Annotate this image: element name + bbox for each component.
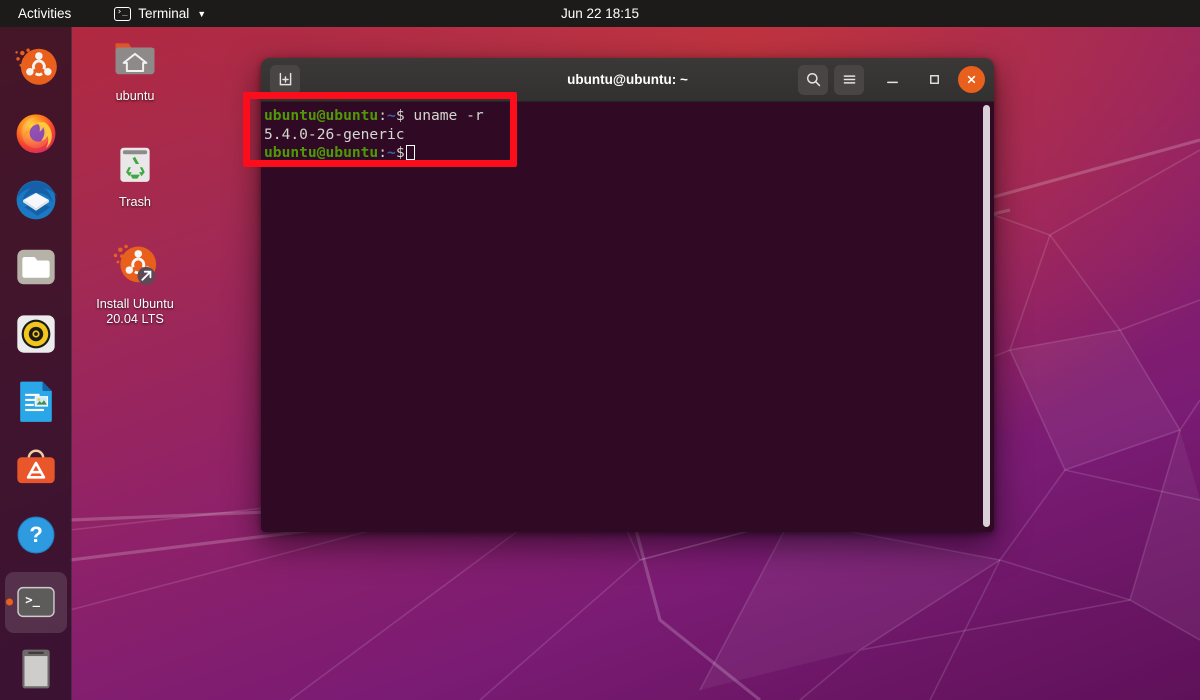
show-applications-icon [13, 646, 59, 692]
dock-item-thunderbird[interactable] [5, 169, 67, 230]
maximize-glyph [927, 72, 942, 87]
search-glyph [805, 71, 822, 88]
close-icon[interactable] [958, 66, 985, 93]
desktop-icon-label: Trash [119, 195, 151, 210]
svg-text:?: ? [29, 522, 43, 547]
dock-item-ubuntu-software-about[interactable] [5, 35, 67, 96]
clock-time: 18:15 [605, 6, 639, 21]
new-tab-glyph [277, 71, 294, 88]
red-highlight-box [243, 92, 517, 167]
close-glyph [965, 73, 978, 86]
clock-date: Jun 22 [561, 6, 602, 21]
dock-item-files[interactable] [5, 236, 67, 297]
hamburger-menu-icon[interactable] [834, 65, 864, 95]
ubuntu-software-bag-icon [13, 445, 59, 491]
hamburger-glyph [841, 71, 858, 88]
top-bar: Activities Terminal ▼ Jun 22 18:15 [0, 0, 1200, 27]
desktop-icon-install-ubuntu[interactable]: Install Ubuntu 20.04 LTS [79, 240, 191, 328]
dock-item-show-applications[interactable] [5, 639, 67, 700]
dock-item-libreoffice-writer[interactable] [5, 370, 67, 431]
maximize-icon[interactable] [920, 66, 948, 94]
minimize-icon[interactable] [878, 66, 906, 94]
svg-text:>_: >_ [25, 593, 40, 608]
clock[interactable]: Jun 22 18:15 [0, 6, 1200, 21]
minimize-glyph [885, 72, 900, 87]
trash-recycle-icon [109, 138, 161, 190]
desktop-screen: Activities Terminal ▼ Jun 22 18:15 [0, 0, 1200, 700]
rhythmbox-speaker-icon [13, 311, 59, 357]
terminal-prompt-icon: >_ [13, 579, 59, 625]
home-folder-icon [109, 32, 161, 84]
firefox-icon [13, 110, 59, 156]
ubuntu-logo-icon [13, 43, 59, 89]
dock: ? >_ [0, 27, 72, 700]
desktop-icon-home-folder[interactable]: ubuntu [79, 32, 191, 104]
dock-item-ubuntu-software[interactable] [5, 438, 67, 499]
desktop-icon-trash[interactable]: Trash [79, 138, 191, 210]
ubuntu-installer-icon [109, 240, 161, 292]
terminal-scrollbar[interactable] [983, 105, 990, 527]
desktop-icon-label: Install Ubuntu 20.04 LTS [96, 297, 174, 328]
thunderbird-icon [13, 177, 59, 223]
dock-item-rhythmbox[interactable] [5, 303, 67, 364]
libreoffice-writer-icon [13, 378, 59, 424]
desktop-icon-label: ubuntu [116, 89, 155, 104]
help-question-icon: ? [13, 512, 59, 558]
running-indicator-dot [6, 599, 13, 606]
new-tab-icon[interactable] [270, 65, 300, 95]
dock-item-help[interactable]: ? [5, 505, 67, 566]
dock-item-firefox[interactable] [5, 102, 67, 163]
search-icon[interactable] [798, 65, 828, 95]
dock-item-terminal[interactable]: >_ [5, 572, 67, 633]
files-folder-icon [13, 244, 59, 290]
